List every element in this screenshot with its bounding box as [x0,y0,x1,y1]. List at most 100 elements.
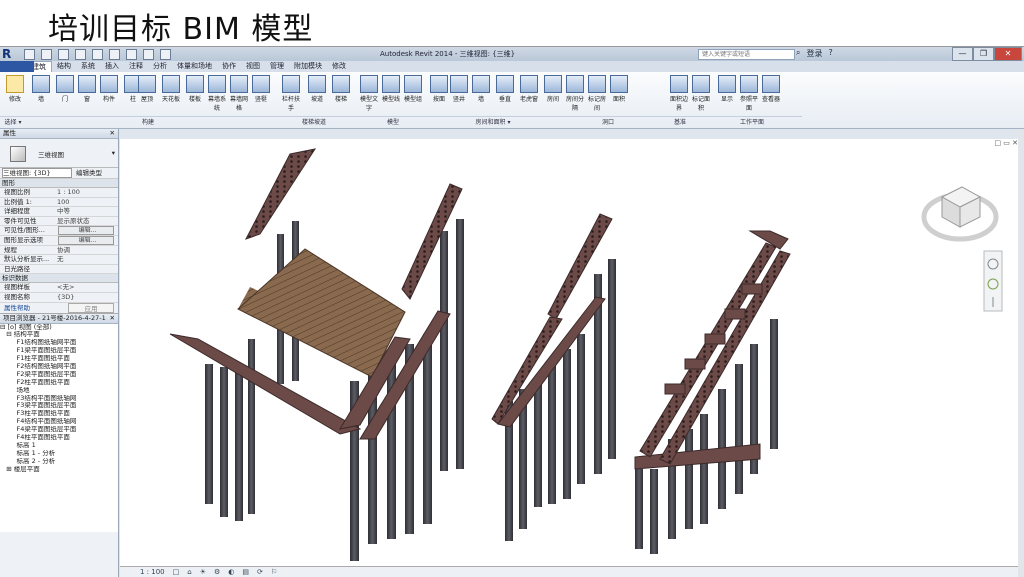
property-value[interactable]: <无> [54,283,118,292]
maximize-button[interactable]: ❐ [973,47,994,61]
ribbon-panel-2[interactable]: 楼梯坡道 [270,116,358,128]
ribbon-tool-6[interactable]: 屋顶 [136,75,158,103]
3d-view-icon[interactable] [143,49,154,60]
ribbon-tool-13[interactable]: 坡道 [306,75,328,103]
ribbon-tool-15[interactable]: 模型文字 [358,75,380,112]
binoculars-icon[interactable]: ⌕ [796,48,800,59]
redo-icon[interactable] [75,49,86,60]
ribbon-tool-25[interactable]: 标记房间 [586,75,608,112]
browser-item[interactable]: F2结构图纸轴网平面 [0,363,118,371]
browser-item[interactable]: F3梁平面图纸层平面 [0,402,118,410]
browser-item[interactable]: F1柱平面图纸平面 [0,355,118,363]
ribbon-tool-9[interactable]: 幕墙系统 [206,75,228,112]
tab-2[interactable]: 系统 [76,61,100,72]
tab-4[interactable]: 注释 [124,61,148,72]
ribbon-tool-3[interactable]: 窗 [76,75,98,103]
ribbon-tool-0[interactable]: 修改 [4,75,26,103]
ribbon-tool-12[interactable]: 栏杆扶手 [280,75,302,112]
ribbon-tool-26[interactable]: 面积 [608,75,630,103]
ribbon-tool-19[interactable]: 竖井 [448,75,470,103]
ribbon-tool-27[interactable]: 面积边界 [668,75,690,112]
section-graphics[interactable]: 图形 [0,179,118,188]
property-value[interactable]: 编辑... [58,226,114,235]
ribbon-tool-18[interactable]: 按面 [428,75,450,103]
tab-10[interactable]: 附加模块 [289,61,327,72]
ribbon-tool-7[interactable]: 天花板 [160,75,182,103]
property-value[interactable]: 100 [54,198,118,207]
property-value[interactable]: 无 [54,255,118,264]
signin-label[interactable]: 登录 [806,48,822,59]
ribbon-panel-0[interactable]: 选择 ▾ [0,116,26,128]
save-icon[interactable] [41,49,52,60]
tab-9[interactable]: 管理 [265,61,289,72]
tab-5[interactable]: 分析 [148,61,172,72]
ribbon-tool-1[interactable]: 墙 [30,75,52,103]
browser-item[interactable]: ⊟ [o] 视图 (全部) [0,324,118,332]
browser-item[interactable]: F1梁平面图纸层平面 [0,347,118,355]
print-icon[interactable] [92,49,103,60]
browser-item[interactable]: F1结构图纸轴网平面 [0,339,118,347]
viewcube[interactable] [921,186,999,242]
ribbon-tool-22[interactable]: 老虎窗 [518,75,540,103]
ribbon-tool-17[interactable]: 模型组 [402,75,424,103]
help-icon[interactable]: ? [828,48,832,59]
search-input[interactable]: 键入关键字或短语 [698,49,795,60]
ribbon-tool-30[interactable]: 参照平面 [738,75,760,112]
tab-8[interactable]: 视图 [241,61,265,72]
tab-1[interactable]: 结构 [52,61,76,72]
section-identity[interactable]: 标识数据 [0,274,118,284]
browser-item[interactable]: ⊟ 结构平面 [0,331,118,339]
browser-item[interactable]: F4梁平面图纸层平面 [0,426,118,434]
apply-button[interactable]: 应用 [68,302,114,313]
section-icon[interactable] [160,49,171,60]
close-icon[interactable]: ✕ [110,129,115,138]
application-menu-button[interactable] [0,61,34,72]
tab-7[interactable]: 协作 [217,61,241,72]
ribbon-tool-8[interactable]: 楼板 [184,75,206,103]
properties-help-link[interactable]: 属性帮助 [4,303,30,313]
measure-icon[interactable] [109,49,120,60]
ribbon-panel-6[interactable]: 基准 [658,116,702,128]
ribbon-tool-23[interactable]: 房间 [542,75,564,103]
ribbon-tool-20[interactable]: 墙 [470,75,492,103]
browser-item[interactable]: ⊞ 楼层平面 [0,466,118,474]
view-instance-dropdown[interactable]: 三维视图: {3D} [2,168,72,178]
browser-item[interactable]: F3结构平面图纸轴网 [0,395,118,403]
browser-item[interactable]: 标高 2 - 分析 [0,458,118,466]
ribbon-tool-11[interactable]: 竖梃 [250,75,272,103]
tab-11[interactable]: 修改 [327,61,351,72]
ribbon-panel-1[interactable]: 构建 [26,116,270,128]
browser-item[interactable]: F4结构平面图纸轴网 [0,418,118,426]
close-button[interactable]: ✕ [994,47,1022,61]
undo-icon[interactable] [58,49,69,60]
open-icon[interactable] [24,49,35,60]
browser-item[interactable]: F3柱平面图纸平面 [0,410,118,418]
property-value[interactable]: 中等 [54,207,118,216]
edit-type-button[interactable]: 编辑类型 [76,168,102,178]
minimize-button[interactable]: — [952,47,973,61]
browser-item[interactable]: 标高 1 [0,442,118,450]
ribbon-panel-5[interactable]: 洞口 [558,116,658,128]
browser-item[interactable]: F2柱平面图纸平面 [0,379,118,387]
revit-logo-icon[interactable]: R [2,47,20,61]
property-value[interactable]: 1 : 100 [54,188,118,197]
ribbon-tool-16[interactable]: 模型线 [380,75,402,103]
property-value[interactable] [54,265,118,274]
view-canvas[interactable]: □ ▭ ✕ [120,139,1018,566]
vertical-scrollbar[interactable] [1018,129,1024,577]
browser-item[interactable]: F4柱平面图纸平面 [0,434,118,442]
ribbon-tool-4[interactable]: 构件 [98,75,120,103]
ribbon-tool-24[interactable]: 房间分隔 [564,75,586,112]
ribbon-tool-14[interactable]: 楼梯 [330,75,352,103]
browser-item[interactable]: 场地 [0,387,118,395]
ribbon-panel-4[interactable]: 房间和面积 ▾ [428,116,558,128]
property-value[interactable]: 显示原状态 [54,217,118,226]
ribbon-panel-7[interactable]: 工作平面 [702,116,802,128]
ribbon-tool-29[interactable]: 显示 [716,75,738,103]
property-value[interactable]: 协调 [54,246,118,255]
property-value[interactable]: {3D} [54,293,118,302]
property-value[interactable]: 编辑... [58,235,114,245]
ribbon-panel-3[interactable]: 模型 [358,116,428,128]
text-icon[interactable] [126,49,137,60]
tab-6[interactable]: 体量和场地 [172,61,217,72]
